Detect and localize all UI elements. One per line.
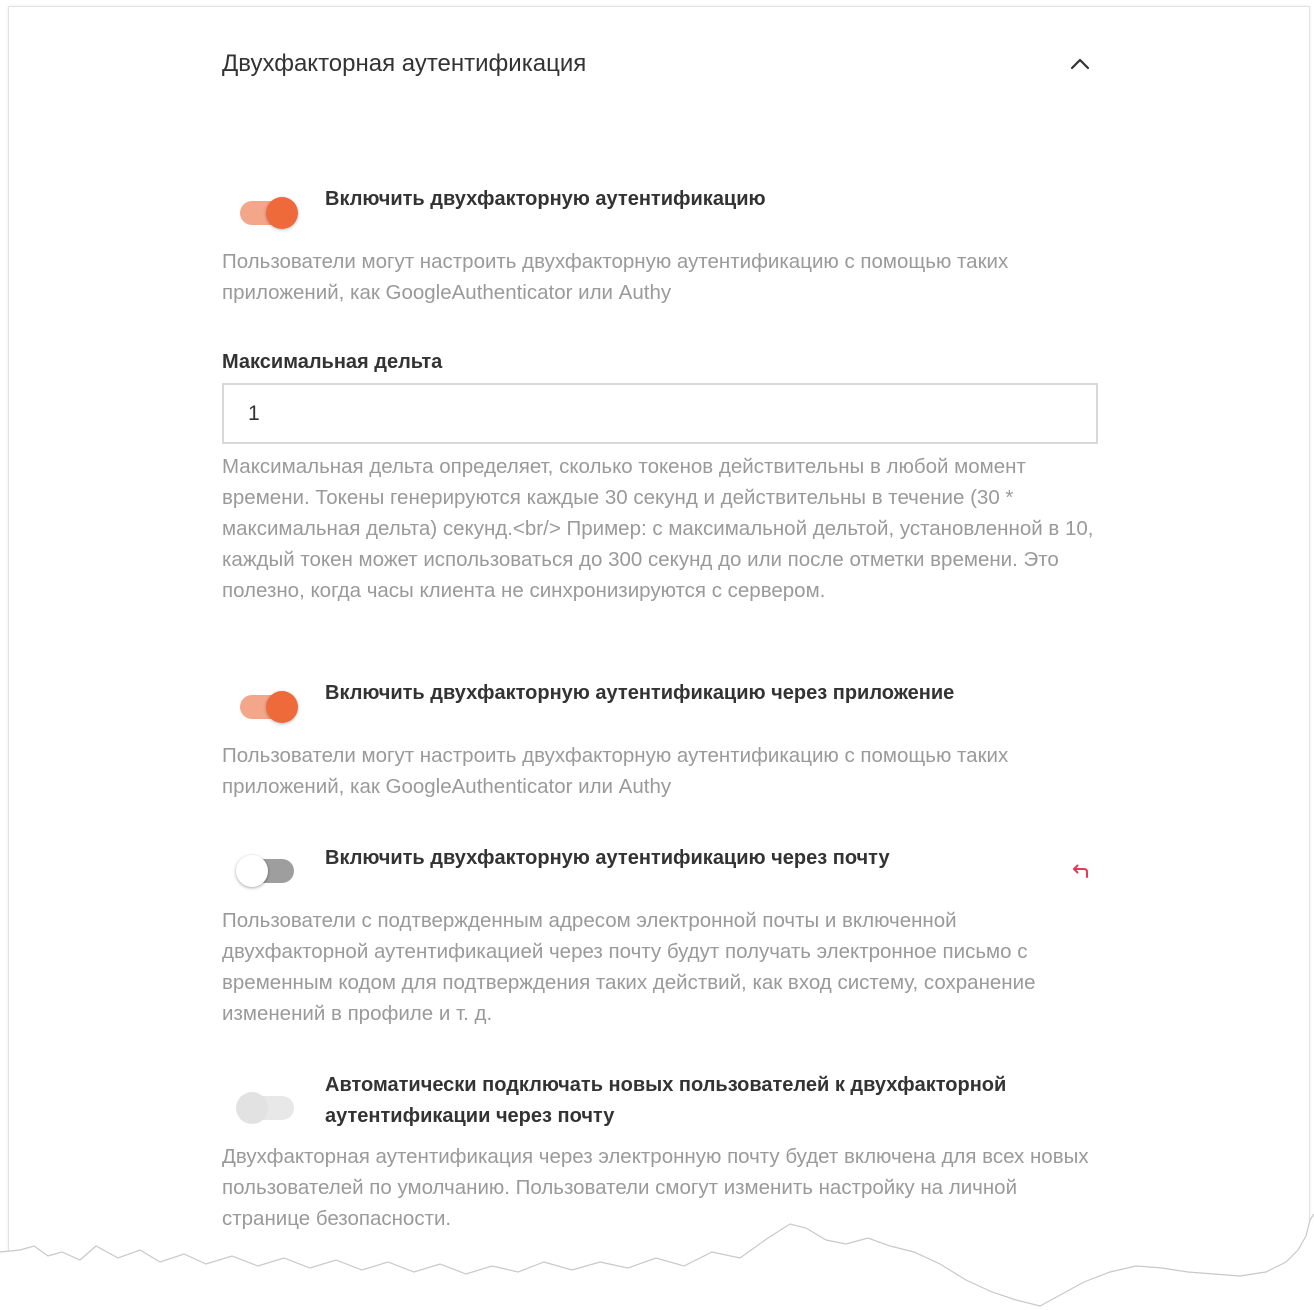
option-label-enable-2fa-app: Включить двухфакторную аутентификацию че…: [325, 682, 955, 704]
toggle-thumb: [236, 1092, 268, 1124]
undo-arrow-icon: [1073, 864, 1088, 878]
max-delta-label: Максимальная дельта: [222, 351, 443, 373]
option-description-enable-2fa-app: Пользователи могут настроить двухфакторн…: [222, 744, 1009, 798]
toggle-enable-2fa[interactable]: [238, 190, 298, 229]
section-header[interactable]: Двухфакторная аутентификация: [222, 46, 1098, 86]
option-label-enable-2fa-email: Включить двухфакторную аутентификацию че…: [325, 847, 890, 869]
option-label-enable-2fa: Включить двухфакторную аутентификацию: [325, 188, 766, 210]
option-description-enable-2fa: Пользователи могут настроить двухфакторн…: [222, 250, 1009, 304]
collapse-button[interactable]: [1064, 48, 1096, 80]
toggle-thumb: [236, 855, 268, 887]
toggle-auto-enroll-email-2fa[interactable]: [236, 1085, 296, 1124]
toggle-enable-2fa-app[interactable]: [238, 684, 298, 723]
option-label-auto-enroll: Автоматически подключать новых пользоват…: [325, 1074, 1007, 1127]
option-description-enable-2fa-email: Пользователи с подтвержденным адресом эл…: [222, 909, 1036, 1025]
chevron-up-icon: [1070, 58, 1090, 70]
toggle-thumb: [266, 691, 298, 723]
max-delta-input[interactable]: [222, 383, 1098, 444]
max-delta-description: Максимальная дельта определяет, сколько …: [222, 455, 1094, 602]
toggle-thumb: [266, 197, 298, 229]
option-description-auto-enroll: Двухфакторная аутентификация через элект…: [222, 1145, 1089, 1230]
reset-button[interactable]: [1066, 858, 1094, 886]
section-title: Двухфакторная аутентификация: [222, 50, 587, 77]
toggle-enable-2fa-email[interactable]: [236, 848, 296, 887]
